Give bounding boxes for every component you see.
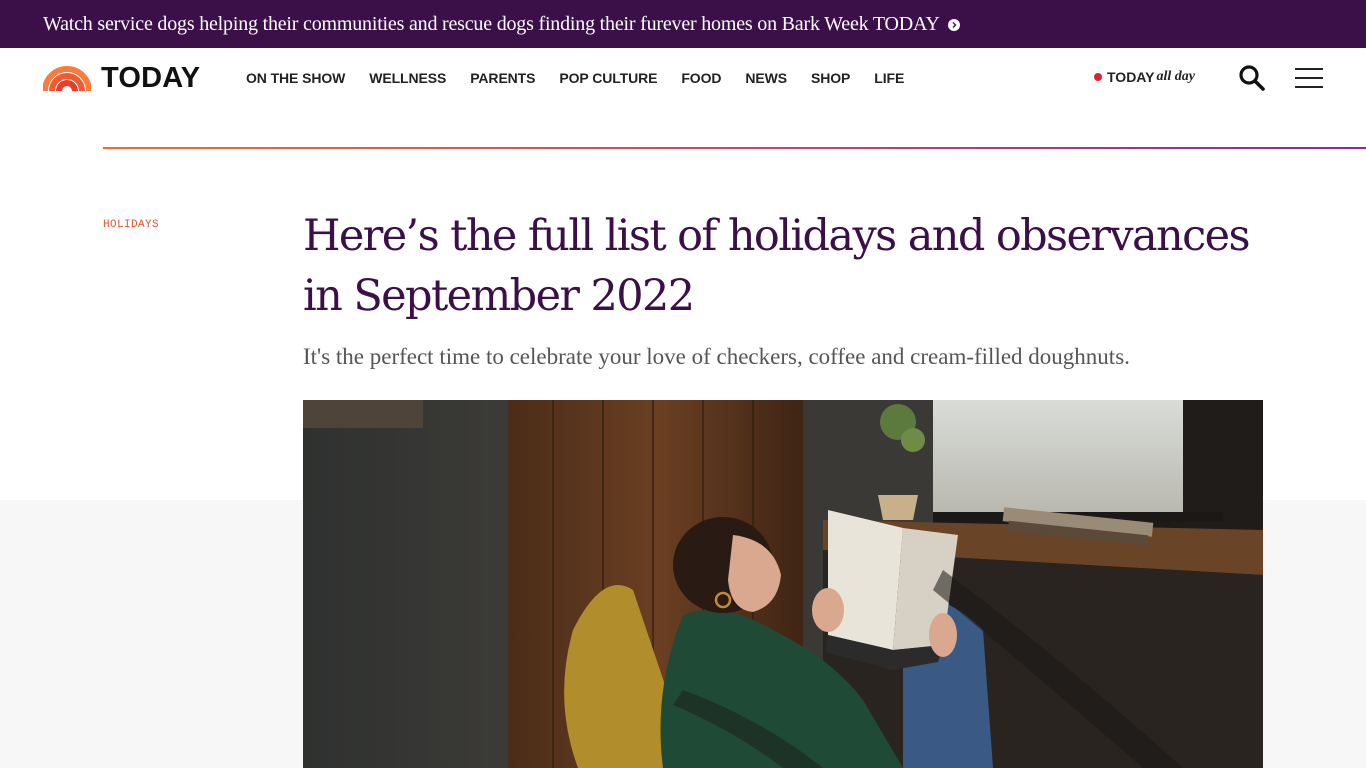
site-header: TODAY ON THE SHOW WELLNESS PARENTS POP C… bbox=[0, 48, 1366, 108]
nav-item-wellness[interactable]: WELLNESS bbox=[369, 70, 446, 86]
promo-banner-link[interactable]: Watch service dogs helping their communi… bbox=[43, 13, 940, 36]
logo-wordmark: TODAY bbox=[101, 62, 201, 94]
all-day-suffix-label: all day bbox=[1156, 69, 1195, 84]
search-icon bbox=[1239, 65, 1265, 91]
chevron-right-icon bbox=[947, 19, 960, 31]
search-button[interactable] bbox=[1237, 63, 1267, 93]
section-label[interactable]: HOLIDAYS bbox=[103, 219, 159, 231]
today-logo[interactable]: TODAY bbox=[43, 63, 200, 93]
article-headline: Here’s the full list of holidays and obs… bbox=[303, 211, 1251, 321]
hero-image bbox=[303, 400, 1263, 768]
nav-item-parents[interactable]: PARENTS bbox=[470, 70, 535, 86]
today-all-day-link[interactable]: TODAY all day bbox=[1094, 69, 1195, 85]
nav-item-food[interactable]: FOOD bbox=[681, 70, 721, 86]
rainbow-icon bbox=[43, 66, 91, 91]
nav-item-pop-culture[interactable]: POP CULTURE bbox=[559, 70, 657, 86]
nav-item-on-the-show[interactable]: ON THE SHOW bbox=[246, 70, 345, 86]
live-dot-icon bbox=[1094, 73, 1102, 81]
main-nav: ON THE SHOW WELLNESS PARENTS POP CULTURE… bbox=[246, 48, 928, 108]
hamburger-menu-button[interactable] bbox=[1295, 66, 1323, 90]
all-day-today-label: TODAY bbox=[1107, 69, 1155, 85]
nav-item-shop[interactable]: SHOP bbox=[811, 70, 850, 86]
nav-item-news[interactable]: NEWS bbox=[745, 70, 787, 86]
nav-item-life[interactable]: LIFE bbox=[874, 70, 904, 86]
promo-banner[interactable]: Watch service dogs helping their communi… bbox=[0, 0, 1366, 48]
article-dek: It's the perfect time to celebrate your … bbox=[303, 344, 1130, 369]
gradient-divider bbox=[103, 147, 1366, 149]
